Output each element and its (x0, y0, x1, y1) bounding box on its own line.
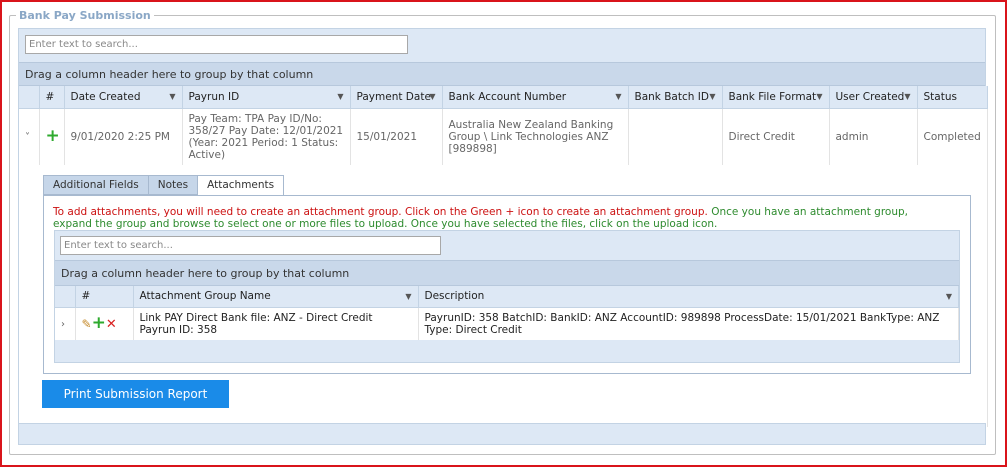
attachment-column-header-name[interactable]: Attachment Group Name ▼ (133, 285, 419, 308)
column-header-bank-file-format[interactable]: Bank File Format ▼ (722, 86, 830, 109)
filter-icon[interactable]: ▼ (904, 92, 910, 101)
attachment-row[interactable]: › ✎+✕ Link PAY Direct Bank file: ANZ - D… (55, 307, 959, 340)
column-header-payrun-id[interactable]: Payrun ID ▼ (182, 86, 351, 109)
cell-attachment-group-name: Link PAY Direct Bank file: ANZ - Direct … (133, 307, 419, 340)
filter-icon[interactable]: ▼ (405, 292, 411, 301)
filter-icon[interactable]: ▼ (615, 92, 621, 101)
column-header-date-created[interactable]: Date Created ▼ (64, 86, 183, 109)
submission-grid: Drag a column header here to group by th… (18, 28, 988, 428)
filter-icon[interactable]: ▼ (946, 292, 952, 301)
plus-icon[interactable]: + (92, 313, 106, 333)
filter-icon[interactable]: ▼ (337, 92, 343, 101)
tab-additional-fields[interactable]: Additional Fields (43, 174, 149, 195)
chevron-right-icon[interactable]: › (61, 319, 65, 330)
cell-payrun-id: Pay Team: TPA Pay ID/No: 358/27 Pay Date… (182, 108, 351, 165)
attachments-instructions: To add attachments, you will need to cre… (53, 206, 943, 230)
attachment-column-header-description[interactable]: Description ▼ (418, 285, 959, 308)
cell-payment-date: 15/01/2021 (350, 108, 443, 165)
panel-title: Bank Pay Submission (19, 9, 151, 22)
filter-icon[interactable]: ▼ (816, 92, 822, 101)
column-header-payment-date[interactable]: Payment Date ▼ (350, 86, 443, 109)
detail-tabs: Additional Fields Notes Attachments (43, 174, 285, 196)
plus-icon[interactable]: + (46, 126, 60, 146)
cell-attachment-description: PayrunID: 358 BatchID: BankID: ANZ Accou… (418, 307, 959, 340)
chevron-down-icon[interactable]: ˅ (25, 132, 30, 143)
attachments-pane: To add attachments, you will need to cre… (43, 194, 971, 374)
grid-search-input[interactable] (25, 35, 408, 54)
row-actions-cell: + (39, 108, 65, 165)
filter-icon[interactable]: ▼ (169, 92, 175, 101)
submission-table: # Date Created ▼ Payrun ID ▼ Payment Date ▼… (19, 86, 988, 427)
cell-date-created: 9/01/2020 2:25 PM (64, 108, 183, 165)
grid-search-bar (19, 29, 985, 62)
panel-footer (18, 423, 986, 445)
attachment-header-row: # Attachment Group Name ▼ Description ▼ (55, 285, 959, 308)
attachment-actions-cell: ✎+✕ (75, 307, 134, 340)
attachment-search-input[interactable] (60, 235, 441, 255)
attachment-grid: Drag a column header here to group by th… (54, 229, 960, 363)
column-header-status[interactable]: Status (917, 86, 988, 109)
filter-icon[interactable]: ▼ (429, 92, 435, 101)
column-header-bank-batch-id[interactable]: Bank Batch ID ▼ (628, 86, 723, 109)
attachment-column-header-index[interactable]: # (75, 285, 134, 308)
attachment-table: # Attachment Group Name ▼ Description ▼ › (55, 285, 959, 340)
cell-bank-file-format: Direct Credit (722, 108, 830, 165)
cell-bank-account-number: Australia New Zealand Banking Group \ Li… (442, 108, 629, 165)
close-icon[interactable]: ✕ (106, 317, 117, 332)
filter-icon[interactable]: ▼ (709, 92, 715, 101)
attachment-expand-header (55, 285, 76, 308)
cell-bank-batch-id (628, 108, 723, 165)
column-header-index[interactable]: # (39, 86, 65, 109)
attachment-search-bar (55, 231, 959, 260)
pencil-icon[interactable]: ✎ (82, 317, 92, 331)
column-header-user-created[interactable]: User Created ▼ (829, 86, 918, 109)
row-collapse-cell[interactable]: ˅ (19, 108, 40, 165)
attachment-group-by-panel[interactable]: Drag a column header here to group by th… (55, 259, 959, 286)
expand-column-header (19, 86, 40, 109)
instruction-red: To add attachments, you will need to cre… (53, 205, 708, 218)
cell-user-created: admin (829, 108, 918, 165)
table-row[interactable]: ˅ + 9/01/2020 2:25 PM Pay Team: TPA Pay … (19, 108, 988, 165)
table-header-row: # Date Created ▼ Payrun ID ▼ Payment Date ▼… (19, 86, 988, 109)
print-submission-report-button[interactable]: Print Submission Report (42, 380, 229, 408)
tab-notes[interactable]: Notes (147, 174, 199, 195)
cell-status: Completed (917, 108, 988, 165)
column-header-bank-account-number[interactable]: Bank Account Number ▼ (442, 86, 629, 109)
tab-attachments[interactable]: Attachments (197, 174, 285, 196)
attachment-expand-cell[interactable]: › (55, 307, 76, 340)
group-by-panel[interactable]: Drag a column header here to group by th… (19, 62, 985, 86)
